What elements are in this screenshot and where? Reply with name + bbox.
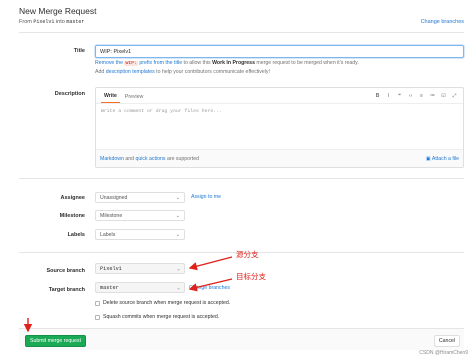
source-branch-annotation: 源分支 [236, 250, 259, 259]
annotation-arrows [23, 256, 233, 333]
target-arrow [188, 278, 233, 292]
watermark: CSDN @HiramChen9 [419, 350, 468, 356]
source-arrow [188, 256, 233, 271]
target-branch-annotation: 目标分支 [236, 272, 266, 281]
